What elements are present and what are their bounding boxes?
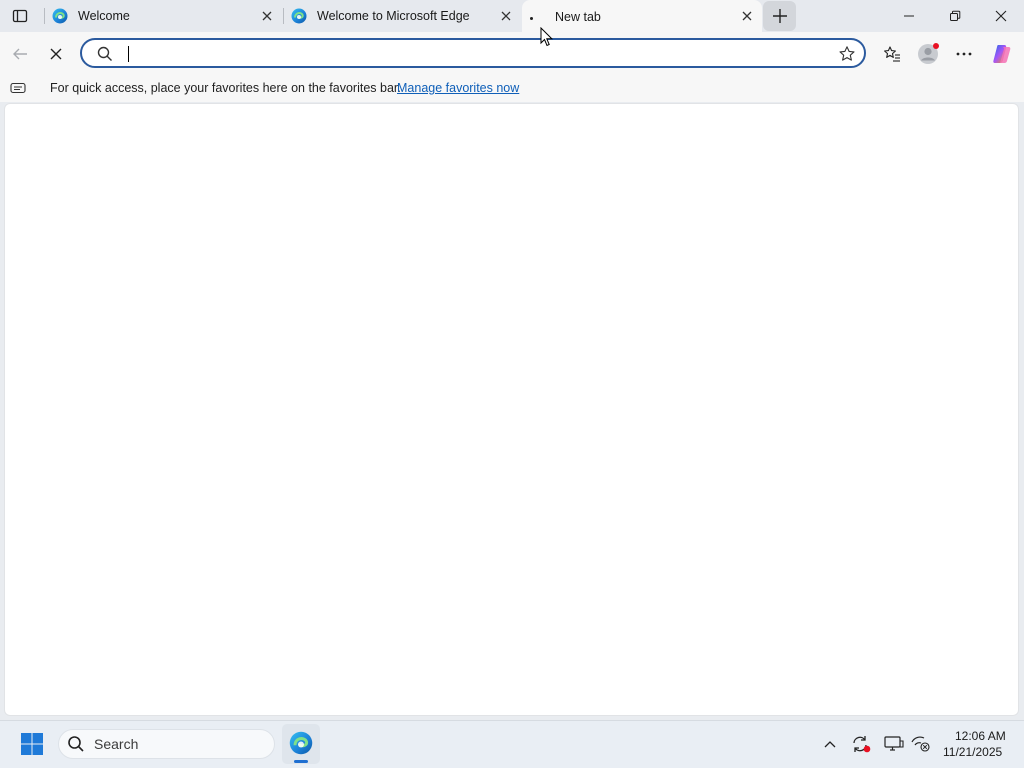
network-tray-button[interactable]	[910, 734, 932, 754]
taskbar-search-placeholder: Search	[94, 736, 139, 752]
restore-icon	[950, 10, 961, 21]
tab-title: Welcome	[78, 9, 130, 23]
minimize-button[interactable]	[886, 0, 932, 32]
new-tab-button[interactable]	[763, 1, 796, 31]
windows-logo-icon	[21, 733, 43, 755]
taskbar-edge-app[interactable]	[282, 724, 320, 764]
favorites-button[interactable]	[878, 41, 906, 67]
search-icon	[68, 736, 84, 752]
loading-dot-icon	[530, 16, 533, 20]
manage-favorites-link[interactable]: Manage favorites now	[397, 81, 519, 95]
page-content	[4, 103, 1019, 716]
close-tab-icon[interactable]	[260, 9, 274, 23]
plus-icon	[772, 9, 787, 23]
mouse-cursor-icon	[540, 27, 554, 47]
profile-button[interactable]	[914, 41, 942, 67]
edge-logo-icon	[52, 8, 68, 24]
taskbar-search[interactable]	[58, 729, 275, 759]
back-button[interactable]	[6, 41, 34, 67]
tab-actions-icon	[12, 9, 28, 23]
network-disconnected-icon	[911, 736, 930, 752]
running-indicator	[294, 760, 308, 763]
close-tab-icon[interactable]	[740, 9, 754, 23]
back-arrow-icon	[13, 48, 27, 60]
favorites-bar-icon	[10, 82, 26, 94]
sync-update-icon	[853, 736, 871, 753]
copilot-icon	[993, 45, 1011, 63]
tab-title: New tab	[555, 10, 601, 24]
restore-button[interactable]	[932, 0, 978, 32]
profile-avatar-icon	[918, 43, 939, 64]
close-icon	[995, 10, 1007, 22]
chevron-up-icon	[824, 741, 836, 748]
stop-loading-button[interactable]	[42, 41, 70, 67]
tab-welcome[interactable]: Welcome	[45, 0, 282, 32]
stop-x-icon	[50, 48, 62, 60]
update-tray-button[interactable]	[850, 734, 872, 754]
clock-date: 11/21/2025	[943, 745, 1003, 759]
tab-new-tab[interactable]: New tab	[522, 0, 762, 34]
address-input[interactable]	[128, 45, 822, 65]
search-icon	[97, 46, 112, 61]
more-dots-icon	[956, 52, 972, 56]
text-caret	[128, 46, 129, 62]
monitor-icon	[884, 736, 904, 751]
close-window-button[interactable]	[978, 0, 1024, 32]
tab-welcome-to-edge[interactable]: Welcome to Microsoft Edge	[284, 0, 521, 32]
favorites-list-icon	[884, 46, 900, 62]
copilot-button[interactable]	[988, 41, 1016, 67]
clock-time: 12:06 AM	[955, 729, 1006, 743]
start-button[interactable]	[18, 730, 46, 758]
favorite-star-icon[interactable]	[838, 45, 856, 63]
tab-actions-button[interactable]	[6, 4, 34, 28]
tab-title: Welcome to Microsoft Edge	[317, 9, 470, 23]
display-tray-button[interactable]	[883, 734, 905, 754]
favorites-bar-message: For quick access, place your favorites h…	[50, 81, 401, 95]
edge-logo-icon	[291, 8, 307, 24]
show-hidden-icons-button[interactable]	[820, 734, 840, 754]
minimize-icon	[904, 15, 914, 17]
close-tab-icon[interactable]	[499, 9, 513, 23]
edge-logo-icon	[289, 731, 313, 755]
address-bar[interactable]	[80, 38, 866, 68]
settings-more-button[interactable]	[950, 41, 978, 67]
